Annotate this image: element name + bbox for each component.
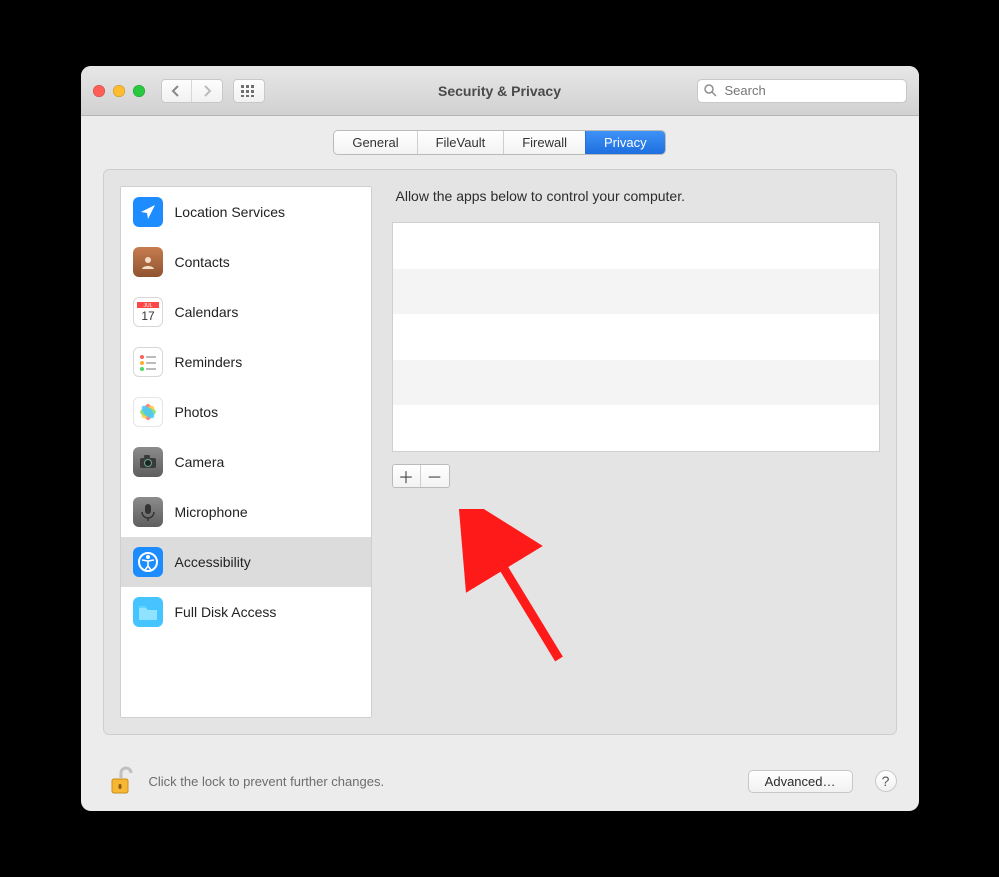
- search-input[interactable]: [723, 82, 903, 99]
- nav-buttons: [161, 79, 223, 103]
- close-button[interactable]: [93, 85, 105, 97]
- sidebar-item-label: Camera: [175, 454, 225, 470]
- calendar-icon: JUL17: [133, 297, 163, 327]
- sidebar-item-photos[interactable]: Photos: [121, 387, 371, 437]
- microphone-icon: [133, 497, 163, 527]
- sidebar-item-location-services[interactable]: Location Services: [121, 187, 371, 237]
- help-button[interactable]: ?: [875, 770, 897, 792]
- app-list-row: [393, 223, 879, 269]
- camera-icon: [133, 447, 163, 477]
- minus-icon: －: [427, 464, 443, 488]
- privacy-panel: Location Services Contacts JUL17 Calenda…: [103, 169, 897, 735]
- grid-icon: [241, 85, 257, 97]
- show-all-button[interactable]: [233, 79, 265, 103]
- photos-icon: [133, 397, 163, 427]
- add-app-button[interactable]: ＋: [393, 465, 421, 487]
- accessibility-icon: [133, 547, 163, 577]
- sidebar-item-label: Photos: [175, 404, 219, 420]
- sidebar-item-label: Microphone: [175, 504, 248, 520]
- tab-firewall[interactable]: Firewall: [503, 131, 585, 154]
- preferences-window: Security & Privacy General FileVault Fir…: [81, 66, 919, 811]
- reminders-icon: [133, 347, 163, 377]
- sidebar-item-label: Accessibility: [175, 554, 251, 570]
- forward-button[interactable]: [192, 80, 222, 102]
- tab-filevault[interactable]: FileVault: [417, 131, 504, 154]
- minimize-button[interactable]: [113, 85, 125, 97]
- app-list-row: [393, 314, 879, 360]
- remove-app-button[interactable]: －: [421, 465, 449, 487]
- detail-pane: Allow the apps below to control your com…: [392, 186, 880, 718]
- lock-hint: Click the lock to prevent further change…: [149, 774, 736, 789]
- advanced-button[interactable]: Advanced…: [748, 770, 853, 793]
- sidebar-item-label: Location Services: [175, 204, 286, 220]
- app-list-row: [393, 269, 879, 315]
- window-controls: [93, 85, 145, 97]
- sidebar-item-label: Full Disk Access: [175, 604, 277, 620]
- svg-text:17: 17: [141, 309, 155, 323]
- app-list-row: [393, 360, 879, 406]
- plus-icon: ＋: [398, 464, 414, 488]
- tab-privacy[interactable]: Privacy: [585, 131, 665, 154]
- sidebar-item-camera[interactable]: Camera: [121, 437, 371, 487]
- sidebar-item-label: Calendars: [175, 304, 239, 320]
- detail-description: Allow the apps below to control your com…: [396, 188, 876, 204]
- sidebar-item-calendars[interactable]: JUL17 Calendars: [121, 287, 371, 337]
- app-list[interactable]: [392, 222, 880, 452]
- sidebar-item-label: Contacts: [175, 254, 230, 270]
- app-list-row: [393, 405, 879, 451]
- search-icon: [704, 84, 717, 97]
- footer: Click the lock to prevent further change…: [81, 751, 919, 811]
- tab-bar: General FileVault Firewall Privacy: [103, 130, 897, 155]
- sidebar-item-microphone[interactable]: Microphone: [121, 487, 371, 537]
- content-area: General FileVault Firewall Privacy Locat…: [81, 116, 919, 751]
- sidebar-item-label: Reminders: [175, 354, 243, 370]
- location-icon: [133, 197, 163, 227]
- back-button[interactable]: [162, 80, 192, 102]
- sidebar-item-full-disk-access[interactable]: Full Disk Access: [121, 587, 371, 637]
- unlocked-lock-icon: [106, 766, 134, 796]
- contacts-icon: [133, 247, 163, 277]
- maximize-button[interactable]: [133, 85, 145, 97]
- search-field[interactable]: [697, 79, 907, 103]
- category-list[interactable]: Location Services Contacts JUL17 Calenda…: [120, 186, 372, 718]
- chevron-right-icon: [202, 85, 212, 97]
- sidebar-item-accessibility[interactable]: Accessibility: [121, 537, 371, 587]
- tab-general[interactable]: General: [334, 131, 416, 154]
- add-remove-control: ＋ －: [392, 464, 450, 488]
- folder-icon: [133, 597, 163, 627]
- chevron-left-icon: [171, 85, 181, 97]
- titlebar: Security & Privacy: [81, 66, 919, 116]
- lock-button[interactable]: [103, 764, 137, 798]
- sidebar-item-reminders[interactable]: Reminders: [121, 337, 371, 387]
- sidebar-item-contacts[interactable]: Contacts: [121, 237, 371, 287]
